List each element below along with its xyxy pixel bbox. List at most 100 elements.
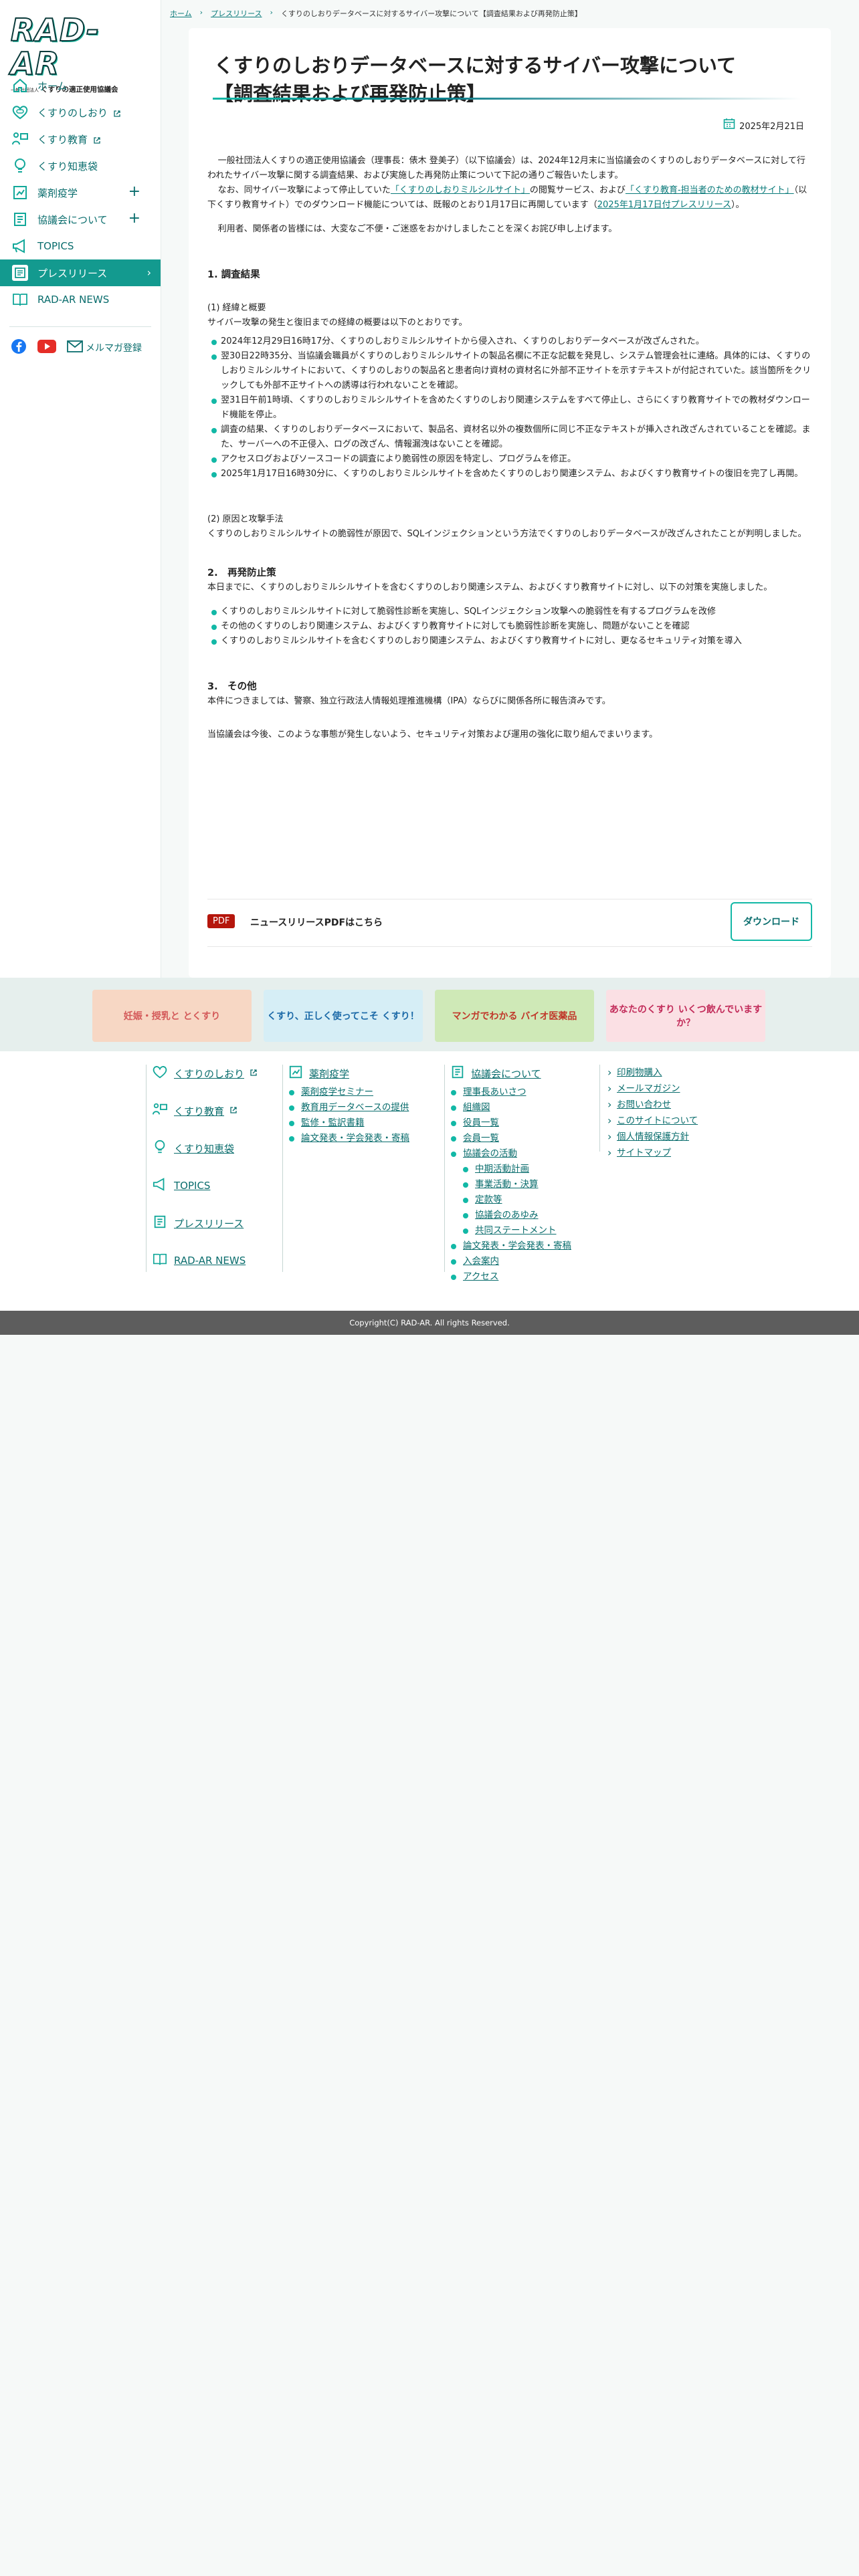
document-chart-icon bbox=[11, 183, 29, 202]
youtube-icon[interactable] bbox=[37, 340, 56, 356]
footer-sub-link[interactable]: 個人情報保護方針 bbox=[607, 1129, 698, 1145]
footer-link-topics[interactable]: TOPICS bbox=[151, 1177, 258, 1194]
calendar-icon bbox=[723, 118, 735, 132]
footer-sub-link[interactable]: 教育用データベースの提供 bbox=[288, 1100, 409, 1115]
external-link-icon bbox=[113, 108, 121, 117]
footer-sub-link[interactable]: サイトマップ bbox=[607, 1145, 698, 1161]
footer-link-epidemiology[interactable]: 薬剤疫学 bbox=[288, 1065, 409, 1082]
sidebar-item-label: くすりのしおり bbox=[37, 106, 108, 119]
footer-sub-link[interactable]: 共同ステートメント bbox=[462, 1223, 571, 1239]
section-3-text-1: 本件につきましては、警察、独立行政法人情報処理推進機構（IPA）ならびに関係各所… bbox=[207, 696, 611, 706]
footer-link-label: くすりのしおり bbox=[174, 1067, 245, 1080]
footer-sub-link[interactable]: 監修・監訳書籍 bbox=[288, 1115, 409, 1131]
facebook-icon[interactable] bbox=[11, 338, 27, 357]
sidebar-item-label: TOPICS bbox=[37, 240, 74, 252]
sidebar-item-label: 薬剤疫学 bbox=[37, 187, 78, 199]
building-doc-icon bbox=[11, 210, 29, 229]
list-item: 翌31日午前1時頃、くすりのしおりミルシルサイトを含めたくすりのしおり関連システ… bbox=[207, 393, 812, 423]
sidebar-item-chiebukuro[interactable]: くすり知恵袋 bbox=[0, 152, 161, 179]
breadcrumb: ホーム › プレスリリース › くすりのしおりデータベースに対するサイバー攻撃に… bbox=[170, 8, 582, 19]
sidebar-item-home[interactable]: ホーム bbox=[0, 72, 161, 99]
sidebar-item-about[interactable]: 協議会について + bbox=[0, 206, 161, 233]
breadcrumb-separator: › bbox=[270, 8, 273, 17]
footer-sub-link[interactable]: 会員一覧 bbox=[450, 1131, 571, 1146]
sidebar-item-label: くすり教育 bbox=[37, 133, 88, 146]
footer-link-shiori[interactable]: くすりのしおり bbox=[151, 1065, 258, 1082]
footer-sub-link[interactable]: メールマガジン bbox=[607, 1081, 698, 1097]
expand-plus-icon[interactable]: + bbox=[128, 211, 140, 226]
logo-mark: RAD-AR bbox=[10, 12, 100, 82]
document-chart-icon bbox=[288, 1065, 304, 1082]
site-footer: くすりのしおり くすり教育 くすり知恵袋 TOPICS プレスリリース RAD-… bbox=[0, 1051, 859, 1311]
sidebar-item-press-release[interactable]: プレスリリース › bbox=[0, 259, 161, 286]
pdf-label: ニュースリリースPDFはこちら bbox=[250, 918, 383, 928]
footer-link-press[interactable]: プレスリリース bbox=[151, 1214, 258, 1232]
breadcrumb-home[interactable]: ホーム bbox=[170, 8, 192, 19]
sidebar-item-kusuri-shiori[interactable]: くすりのしおり bbox=[0, 99, 161, 126]
footer-link-kyoiku[interactable]: くすり教育 bbox=[151, 1102, 258, 1119]
list-item: 2024年12月29日16時17分、くすりのしおりミルシルサイトから侵入され、く… bbox=[207, 334, 812, 349]
link-press-0117[interactable]: 2025年1月17日付プレスリリース bbox=[597, 200, 731, 210]
section-2-bullets: くすりのしおりミルシルサイトに対して脆弱性診断を実施し、SQLインジェクション攻… bbox=[207, 605, 812, 649]
footer-sub-link[interactable]: 中期活動計画 bbox=[462, 1162, 571, 1177]
footer-sub-link[interactable]: 役員一覧 bbox=[450, 1115, 571, 1131]
footer-sub-link[interactable]: 薬剤疫学セミナー bbox=[288, 1085, 409, 1100]
sidebar-item-topics[interactable]: TOPICS bbox=[0, 233, 161, 259]
section-2-heading: 2. 再発防止策 bbox=[207, 568, 276, 578]
footer-sub-link[interactable]: 事業活動・決算 bbox=[462, 1177, 571, 1192]
banner-pregnancy[interactable]: 妊娠・授乳と とくすり bbox=[92, 990, 252, 1042]
mail-icon[interactable] bbox=[67, 340, 83, 355]
download-button[interactable]: ダウンロード bbox=[731, 902, 812, 941]
sidebar-item-epidemiology[interactable]: 薬剤疫学 + bbox=[0, 179, 161, 206]
footer-sub-link[interactable]: 定款等 bbox=[462, 1192, 571, 1208]
section-1-subheading-2: (2) 原因と攻撃手法 bbox=[207, 514, 284, 524]
section-1-heading: 1. 調査結果 bbox=[207, 270, 260, 280]
footer-sub-link[interactable]: このサイトについて bbox=[607, 1113, 698, 1129]
breadcrumb-press[interactable]: プレスリリース bbox=[211, 8, 262, 19]
site-logo[interactable]: RAD-AR 一般社団法人 くすりの適正使用協議会 bbox=[10, 13, 145, 94]
footer-sub-link[interactable]: 論文発表・学会発表・寄稿 bbox=[288, 1131, 409, 1146]
footer-link-label: くすり知恵袋 bbox=[174, 1142, 235, 1155]
text: なお、同サイバー攻撃によって停止していた bbox=[217, 185, 391, 195]
footer-link-label: RAD-AR NEWS bbox=[174, 1255, 246, 1267]
footer-sub-link[interactable]: 協議会の活動 bbox=[450, 1146, 571, 1162]
sidebar-item-label: RAD-AR NEWS bbox=[37, 294, 110, 306]
footer-sub-link[interactable]: 入会案内 bbox=[450, 1254, 571, 1269]
book-icon bbox=[151, 1252, 169, 1269]
banner-bio-manga[interactable]: マンガでわかる バイオ医薬品 bbox=[435, 990, 594, 1042]
footer-sub-link[interactable]: 組織図 bbox=[450, 1100, 571, 1115]
list-item: くすりのしおりミルシルサイトを含むくすりのしおり関連システム、およびくすり教育サ… bbox=[207, 634, 812, 649]
breadcrumb-separator: › bbox=[199, 8, 203, 17]
title-line-2: 【調査結果および再発防止策】 bbox=[214, 82, 486, 106]
link-kyoiku[interactable]: 「くすり教育-担当者のための教材サイト」 bbox=[626, 185, 794, 195]
banner-how-many[interactable]: あなたのくすり いくつ飲んでいますか？ bbox=[606, 990, 765, 1042]
link-milsil[interactable]: 「くすりのしおりミルシルサイト」 bbox=[391, 185, 530, 195]
footer-sub-link[interactable]: 論文発表・学会発表・寄稿 bbox=[450, 1239, 571, 1254]
chevron-right-icon: › bbox=[147, 266, 151, 279]
footer-activity-list: 中期活動計画 事業活動・決算 定款等 協議会のあゆみ 共同ステートメント bbox=[450, 1162, 571, 1239]
sidebar-item-kusuri-kyoiku[interactable]: くすり教育 bbox=[0, 126, 161, 152]
footer-sub-link[interactable]: 印刷物購入 bbox=[607, 1065, 698, 1081]
footer-link-label: プレスリリース bbox=[174, 1217, 244, 1230]
title-line-1: くすりのしおりデータベースに対するサイバー攻撃について bbox=[214, 54, 737, 78]
copyright: Copyright(C) RAD-AR. All rights Reserved… bbox=[0, 1311, 859, 1335]
list-item: くすりのしおりミルシルサイトに対して脆弱性診断を実施し、SQLインジェクション攻… bbox=[207, 605, 812, 619]
sidebar-item-radar-news[interactable]: RAD-AR NEWS bbox=[0, 286, 161, 313]
footer-sub-link[interactable]: お問い合わせ bbox=[607, 1097, 698, 1113]
lightbulb-icon bbox=[151, 1140, 169, 1157]
section-3-heading: 3. その他 bbox=[207, 681, 257, 692]
footer-col-3: 協議会について 理事長あいさつ 組織図 役員一覧 会員一覧 協議会の活動 中期活… bbox=[450, 1065, 571, 1285]
footer-divider bbox=[599, 1065, 600, 1152]
banner-kusuri-tadashiku[interactable]: くすり、正しく使ってこそ くすり！ bbox=[264, 990, 423, 1042]
footer-link-radar-news[interactable]: RAD-AR NEWS bbox=[151, 1252, 258, 1269]
expand-plus-icon[interactable]: + bbox=[128, 185, 140, 199]
article-card: くすりのしおりデータベースに対するサイバー攻撃について 【調査結果および再発防止… bbox=[189, 28, 831, 978]
footer-sub-link[interactable]: 協議会のあゆみ bbox=[462, 1208, 571, 1223]
footer-link-chiebukuro[interactable]: くすり知恵袋 bbox=[151, 1140, 258, 1157]
footer-sub-link[interactable]: 理事長あいさつ bbox=[450, 1085, 571, 1100]
newsletter-link[interactable]: メルマガ登録 bbox=[86, 341, 142, 354]
title-underline bbox=[213, 98, 801, 100]
section-1-subheading-1: (1) 経緯と概要 bbox=[207, 303, 266, 313]
footer-sub-link[interactable]: アクセス bbox=[450, 1269, 571, 1285]
footer-link-about[interactable]: 協議会について bbox=[450, 1065, 571, 1082]
